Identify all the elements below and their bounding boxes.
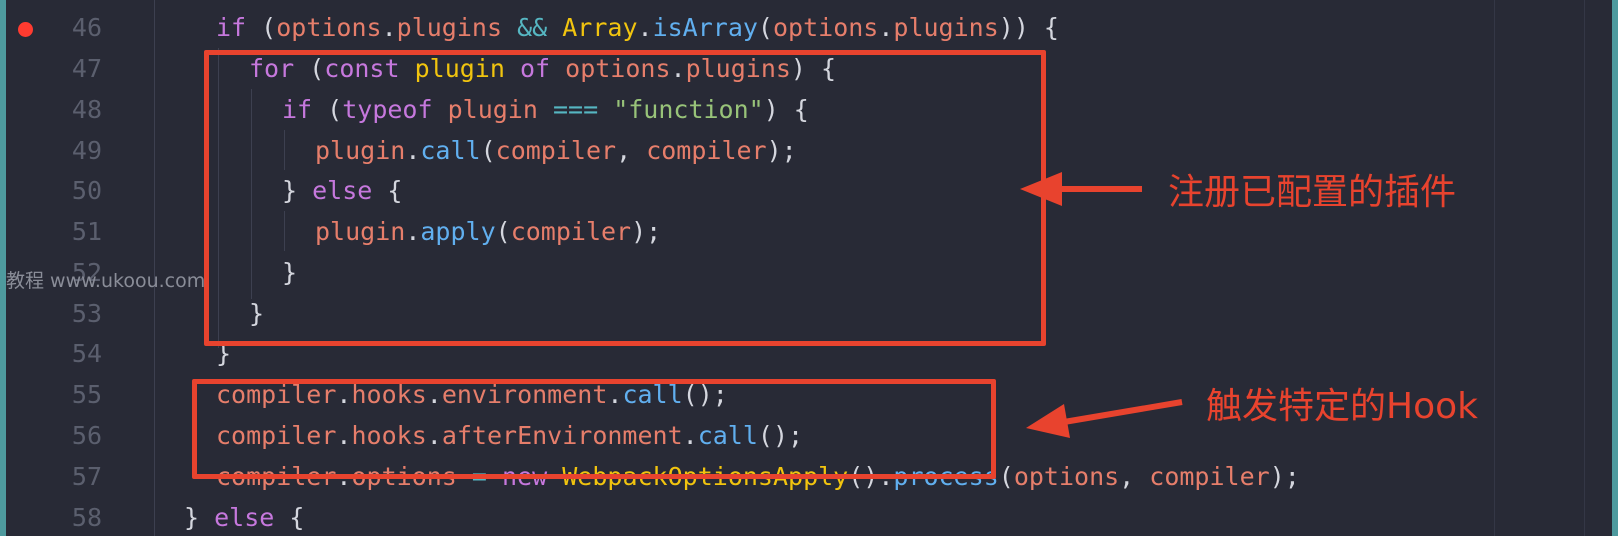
annotation-label-plugins: 注册已配置的插件 bbox=[1168, 172, 1457, 213]
annotation-arrows bbox=[1020, 172, 1183, 438]
arrow-left-icon bbox=[1020, 172, 1142, 206]
annotation-label-hooks: 触发特定的Hook bbox=[1206, 386, 1478, 427]
code-editor[interactable]: 46 47 48 49 50 51 52 53 54 55 56 57 58 i… bbox=[6, 0, 1612, 536]
arrow-left-icon bbox=[1026, 399, 1183, 438]
